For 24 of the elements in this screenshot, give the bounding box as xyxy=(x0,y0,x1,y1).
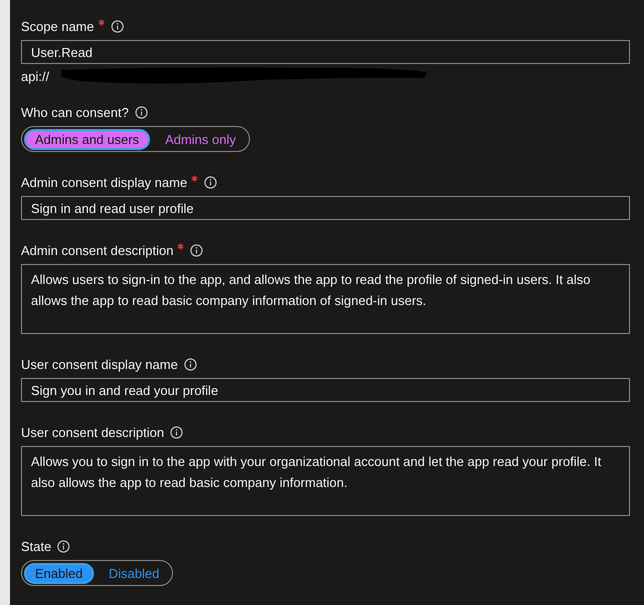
option-button[interactable]: Enabled xyxy=(24,562,94,584)
field-label: Who can consent? xyxy=(21,104,129,120)
field-label: Scope name xyxy=(21,18,94,34)
field-label: Admin consent description xyxy=(21,242,174,258)
field-label: Admin consent display name xyxy=(21,174,188,190)
option-button[interactable]: Admins and users xyxy=(24,128,150,150)
input-field[interactable]: Sign you in and read your profile xyxy=(21,378,630,402)
info-icon[interactable] xyxy=(190,244,204,256)
input-field[interactable]: User.Read xyxy=(21,40,630,64)
info-icon[interactable] xyxy=(170,426,184,438)
option-button[interactable]: Admins only xyxy=(154,128,247,150)
input-field[interactable]: Sign in and read user profile xyxy=(21,196,630,220)
text-area[interactable]: Allows you to sign in to the app with your organizational account and let the app read your profile. It also allows the app to read basic company information. xyxy=(21,446,630,516)
text-area[interactable]: Allows users to sign-in to the app, and allows the app to read the profile of signed-in users. It also allows the app to read basic company information of signed-in users. xyxy=(21,264,630,334)
info-icon[interactable] xyxy=(204,176,218,188)
info-icon[interactable] xyxy=(184,358,197,370)
option-button[interactable]: Disabled xyxy=(98,562,170,584)
field-label: User consent description xyxy=(21,424,164,440)
info-icon[interactable] xyxy=(111,20,124,32)
field-label: User consent display name xyxy=(21,356,178,372)
uri-text: api:// xyxy=(21,68,50,84)
info-icon[interactable] xyxy=(134,106,148,118)
field-label: State xyxy=(21,538,52,554)
info-icon[interactable] xyxy=(57,540,70,552)
